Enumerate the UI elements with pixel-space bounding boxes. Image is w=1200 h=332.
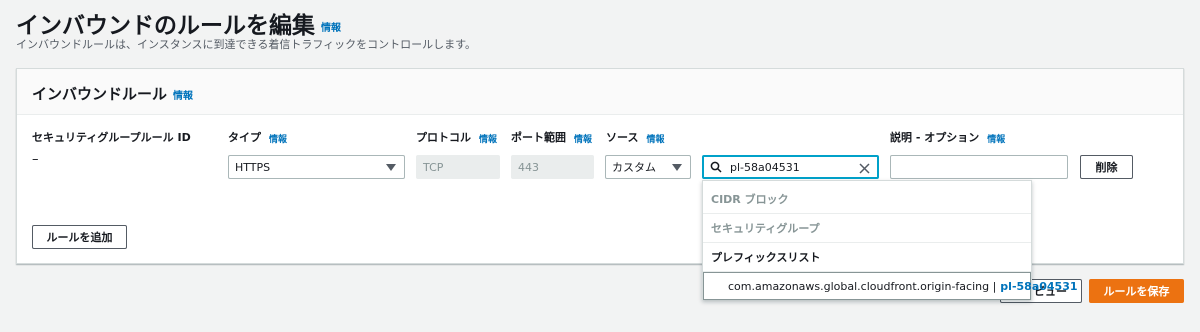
column-header-protocol: プロトコル 情報 (416, 129, 497, 145)
source-type-value: カスタム (612, 161, 656, 174)
caret-down-icon (386, 164, 396, 171)
column-header-type: タイプ 情報 (228, 129, 287, 145)
column-label: 説明 - オプション (890, 131, 980, 144)
column-header-description: 説明 - オプション 情報 (890, 129, 1005, 145)
page-title: インバウンドのルールを編集 情報 (16, 6, 341, 40)
source-type-select[interactable]: カスタム (605, 155, 691, 179)
protocol-value: TCP (423, 160, 444, 174)
info-link[interactable]: 情報 (269, 135, 287, 145)
caret-down-icon (672, 164, 682, 171)
info-link[interactable]: 情報 (173, 91, 193, 102)
clear-icon[interactable] (859, 163, 870, 174)
panel-header: インバウンドルール 情報 (17, 69, 1183, 115)
column-header-port-range: ポート範囲 情報 (511, 129, 592, 145)
column-label: ポート範囲 (511, 131, 566, 144)
panel-title-text: インバウンドルール (32, 85, 168, 103)
dropdown-group-prefix-list: プレフィックスリスト (703, 243, 1031, 272)
dropdown-group-security-group: セキュリティグループ (703, 214, 1031, 243)
info-link[interactable]: 情報 (574, 135, 592, 145)
delete-button[interactable]: 削除 (1080, 155, 1133, 179)
info-link[interactable]: 情報 (479, 135, 497, 145)
page-description: インバウンドルールは、インスタンスに到達できる着信トラフィックをコントロールしま… (16, 38, 477, 51)
port-range-value: 443 (518, 160, 539, 174)
column-label: タイプ (228, 131, 261, 144)
dropdown-group-cidr: CIDR ブロック (703, 185, 1031, 214)
panel-title: インバウンドルール 情報 (32, 83, 193, 104)
protocol-field: TCP (416, 155, 500, 179)
info-link[interactable]: 情報 (987, 135, 1005, 145)
rule-id-value: – (32, 152, 39, 167)
option-name: com.amazonaws.global.cloudfront.origin-f… (728, 279, 997, 293)
column-label: セキュリティグループルール ID (32, 131, 191, 144)
source-search-input[interactable]: pl-58a04531 (702, 155, 879, 179)
type-select[interactable]: HTTPS (228, 155, 405, 179)
source-search-value: pl-58a04531 (730, 160, 800, 174)
add-rule-button[interactable]: ルールを追加 (32, 225, 127, 249)
source-dropdown: CIDR ブロック セキュリティグループ プレフィックスリスト com.amaz… (702, 180, 1078, 300)
save-rules-button[interactable]: ルールを保存 (1089, 279, 1184, 303)
column-header-rule-id: セキュリティグループルール ID (32, 129, 191, 145)
search-icon (710, 161, 722, 173)
column-label: ソース (606, 131, 639, 144)
option-id: pl-58a04531 (1000, 279, 1078, 293)
dropdown-option-prefix-list[interactable]: com.amazonaws.global.cloudfront.origin-f… (703, 272, 1078, 300)
info-link[interactable]: 情報 (646, 135, 664, 145)
type-select-value: HTTPS (235, 160, 271, 174)
info-link[interactable]: 情報 (321, 23, 341, 34)
description-input[interactable] (890, 155, 1068, 179)
column-header-source: ソース 情報 (606, 129, 664, 145)
column-label: プロトコル (416, 131, 471, 144)
port-range-field: 443 (511, 155, 594, 179)
